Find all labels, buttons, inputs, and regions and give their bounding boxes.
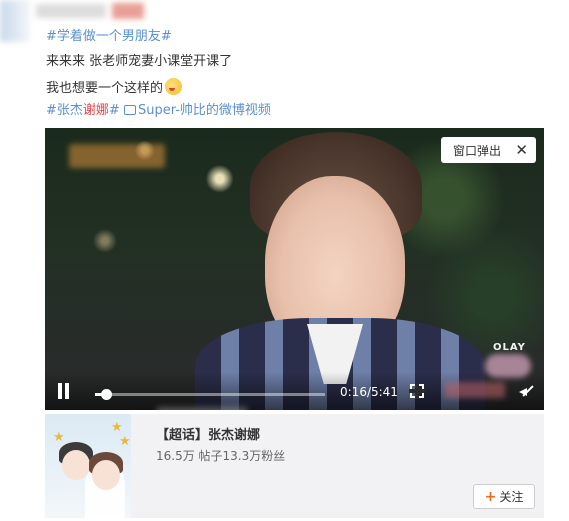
star-icon: ★ [119, 434, 131, 449]
blurred-header [0, 0, 180, 42]
post-text-line2: 我也想要一个这样的 [46, 78, 183, 98]
hashtag-link[interactable]: #学着做一个男朋友# [46, 28, 172, 46]
topic-title[interactable]: 【超话】张杰谢娜 [156, 424, 260, 443]
plus-icon: + [484, 488, 497, 505]
video-source-label: Super-帅比的微博视频 [137, 103, 271, 118]
topic-hashtag-part3: # [108, 103, 120, 118]
pause-icon[interactable] [57, 383, 71, 399]
progress-bar-handle[interactable] [100, 389, 112, 400]
brand-watermark: OLAY [493, 342, 526, 353]
time-display: 0:16/5:41 [340, 385, 398, 399]
post-text-line2-text: 我也想要一个这样的 [46, 81, 164, 96]
video-player[interactable]: OLAY 窗口弹出 ✕ 0:16/5:41 [45, 128, 544, 410]
blurred-subtitle [157, 407, 247, 410]
video-source-link[interactable]: Super-帅比的微博视频 [123, 103, 271, 118]
video-frame [45, 128, 544, 410]
popout-window-label: 窗口弹出 [453, 143, 502, 158]
topic-cover-image: ★ ★ ★ [45, 414, 131, 518]
post-text-line1: 来来来 张老师宠妻小课堂开课了 [46, 54, 233, 69]
video-controls-bar: 0:16/5:41 [45, 372, 544, 410]
follow-label: 关注 [499, 490, 524, 504]
topic-hashtag-part1: #张杰 [46, 103, 83, 118]
star-icon: ★ [53, 430, 65, 445]
popout-window-button[interactable]: 窗口弹出 ✕ [441, 137, 536, 163]
topic-stats: 16.5万 帖子13.3万粉丝 [156, 449, 286, 463]
topic-hashtag-highlight: 谢娜 [82, 103, 109, 118]
mute-icon[interactable] [519, 385, 531, 397]
post-tags-line: #张杰谢娜# Super-帅比的微博视频 [46, 102, 271, 120]
close-icon[interactable]: ✕ [515, 141, 528, 159]
progress-bar[interactable] [95, 389, 325, 410]
follow-button[interactable]: + 关注 [473, 484, 535, 509]
star-icon: ★ [111, 420, 123, 435]
video-camera-icon [123, 105, 136, 115]
smile-emoji-icon [165, 78, 183, 95]
blurred-control-area [445, 382, 505, 398]
topic-hashtag-link[interactable]: #张杰谢娜# [46, 103, 120, 118]
fullscreen-icon[interactable] [409, 383, 425, 399]
blurred-channel-logo [69, 144, 165, 168]
super-topic-card[interactable]: ★ ★ ★ 【超话】张杰谢娜 16.5万 帖子13.3万粉丝 + 关注 [45, 414, 544, 518]
